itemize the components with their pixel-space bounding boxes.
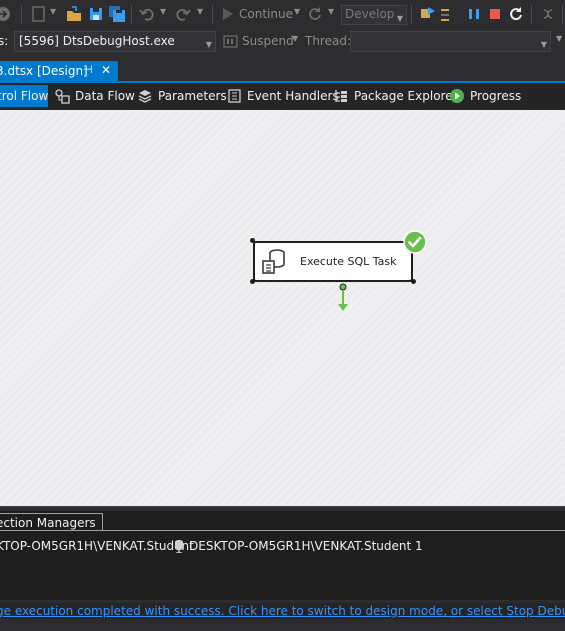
tab-event-handlers[interactable]: Event Handlers — [227, 85, 339, 107]
redo-icon[interactable] — [174, 5, 192, 23]
tab-control-flow-label: trol Flow — [0, 89, 49, 103]
toolbar-separator — [562, 5, 563, 24]
new-project-icon[interactable] — [30, 5, 48, 23]
chevron-down-icon[interactable]: ▼ — [328, 7, 334, 16]
tab-data-flow[interactable]: Data Flow — [54, 85, 135, 107]
solution-configuration-dropdown[interactable]: Develop ▼ — [341, 5, 407, 25]
stop-debugging-icon[interactable] — [486, 5, 504, 23]
tab-progress-label: Progress — [470, 89, 522, 103]
resize-handle[interactable] — [411, 279, 416, 284]
debug-status-bar: ge execution completed with success. Cli… — [0, 603, 565, 619]
continue-icon[interactable] — [219, 5, 237, 23]
progress-icon — [450, 89, 464, 103]
chevron-down-icon[interactable]: ▼ — [556, 34, 562, 43]
database-connection-icon — [175, 540, 183, 553]
chevron-down-icon[interactable]: ▼ — [160, 7, 166, 16]
execute-sql-task-label: Execute SQL Task — [300, 255, 397, 268]
chevron-down-icon: ▼ — [540, 40, 547, 49]
tab-border — [103, 530, 565, 531]
switch-to-design-mode-link[interactable]: ge execution completed with success. Cli… — [0, 604, 565, 618]
chevron-down-icon[interactable]: ▼ — [292, 34, 298, 43]
navigate-forward-icon[interactable] — [0, 5, 12, 23]
window-bottom-edge — [0, 619, 565, 631]
tab-control-flow[interactable]: trol Flow — [0, 85, 48, 107]
tab-package-explorer-label: Package Explorer — [354, 89, 458, 103]
database-task-icon — [262, 249, 285, 274]
chevron-down-icon[interactable]: ▼ — [197, 7, 203, 16]
save-icon[interactable] — [87, 5, 105, 23]
chevron-down-icon: ▼ — [205, 40, 212, 49]
precedence-constraint-arrow[interactable] — [335, 282, 351, 316]
event-handlers-icon — [228, 89, 241, 103]
pin-icon[interactable]: ⊣ — [83, 63, 93, 76]
toolbar-separator — [531, 5, 532, 24]
success-check-icon — [403, 230, 427, 254]
chevron-down-icon[interactable]: ▼ — [294, 7, 300, 16]
connection-managers-tab-label: ection Managers — [0, 516, 96, 530]
tab-package-explorer[interactable]: Package Explorer — [333, 85, 458, 107]
close-icon[interactable]: ✕ — [101, 63, 111, 77]
chevron-down-icon: ▼ — [396, 14, 403, 23]
connection-manager-label: KTOP-OM5GR1H\VENKAT.Student — [0, 539, 194, 553]
parameters-icon — [138, 90, 152, 103]
connection-manager-label: DESKTOP-OM5GR1H\VENKAT.Student 1 — [189, 539, 423, 553]
connection-managers-header: ection Managers — [0, 511, 565, 532]
restart-icon[interactable] — [306, 5, 324, 23]
tab-data-flow-label: Data Flow — [75, 89, 135, 103]
tab-event-handlers-label: Event Handlers — [247, 89, 339, 103]
tab-parameters-label: Parameters — [158, 89, 227, 103]
resize-handle[interactable] — [250, 279, 255, 284]
show-threads-icon[interactable] — [440, 5, 450, 23]
connection-managers-tab[interactable]: ection Managers — [0, 513, 103, 531]
toolbar-separator — [21, 5, 22, 24]
restart-debugging-icon[interactable] — [507, 5, 525, 23]
document-tab-title: 3.dtsx [Design] — [0, 64, 88, 78]
open-file-icon[interactable] — [65, 5, 83, 23]
connection-managers-list: KTOP-OM5GR1H\VENKAT.Student DESKTOP-OM5G… — [0, 532, 565, 600]
execute-sql-task[interactable]: Execute SQL Task — [253, 241, 413, 282]
resize-handle[interactable] — [250, 238, 255, 243]
suspend-icon[interactable] — [222, 33, 240, 51]
designer-tab-bar: trol Flow Data Flow Parameters Event Han… — [0, 83, 565, 110]
break-all-icon[interactable] — [465, 5, 483, 23]
toolbar-separator — [411, 5, 412, 24]
control-flow-canvas[interactable]: Execute SQL Task — [0, 110, 565, 506]
suspend-label[interactable]: Suspend — [242, 34, 294, 48]
debug-location-icon[interactable] — [419, 5, 437, 23]
attach-process-icon[interactable] — [539, 5, 557, 23]
package-explorer-icon — [335, 90, 347, 102]
connection-manager-item[interactable]: KTOP-OM5GR1H\VENKAT.Student — [0, 539, 194, 553]
thread-label: Thread: — [305, 34, 352, 48]
document-tab[interactable]: 3.dtsx [Design] ⊣ ✕ — [0, 61, 118, 81]
toolbar-separator — [131, 5, 132, 24]
debug-toolbar: ▼ ▼ ▼ Continue ▼ ▼ Develop ▼ — [0, 0, 565, 29]
undo-icon[interactable] — [138, 5, 156, 23]
document-tab-strip: 3.dtsx [Design] ⊣ ✕ — [0, 55, 565, 83]
tab-parameters[interactable]: Parameters — [137, 85, 227, 107]
data-flow-icon — [55, 89, 70, 104]
continue-label[interactable]: Continue — [239, 7, 293, 21]
save-all-icon[interactable] — [108, 5, 126, 23]
process-value: [5596] DtsDebugHost.exe — [19, 34, 175, 48]
process-label: s: — [0, 34, 9, 48]
debug-location-toolbar: s: [5596] DtsDebugHost.exe ▼ Suspend ▼ T… — [0, 29, 565, 55]
tab-progress[interactable]: Progress — [449, 85, 522, 107]
toolbar-separator — [212, 5, 213, 24]
process-dropdown[interactable]: [5596] DtsDebugHost.exe ▼ — [14, 31, 216, 52]
solution-configuration-value: Develop — [345, 7, 395, 21]
chevron-down-icon[interactable]: ▼ — [50, 7, 56, 16]
thread-dropdown[interactable]: ▼ — [350, 31, 551, 52]
